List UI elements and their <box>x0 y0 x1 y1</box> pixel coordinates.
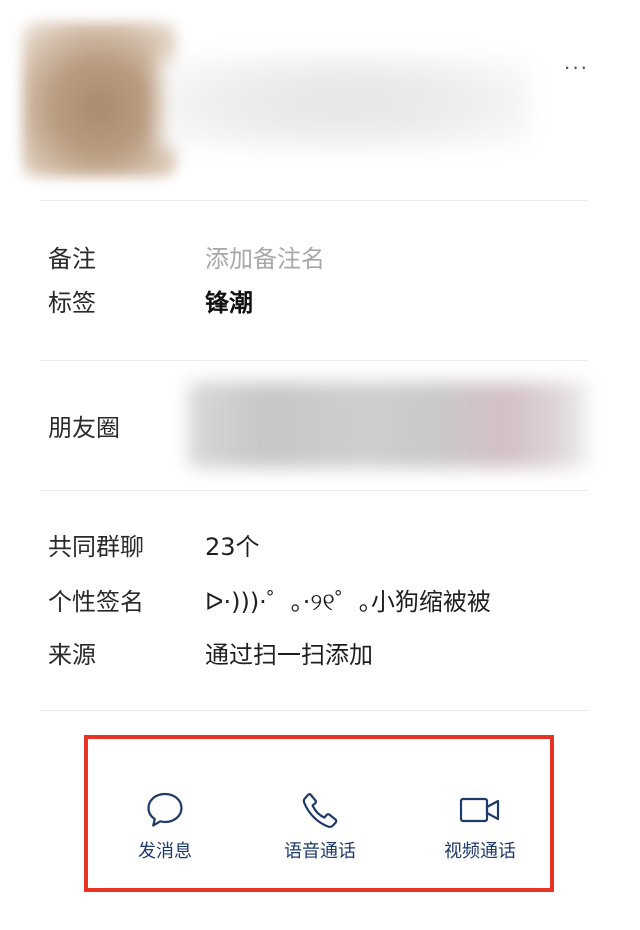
common-groups-value[interactable]: 23个 <box>205 530 260 564</box>
send-message-button[interactable]: 发消息 <box>95 790 235 875</box>
tag-value[interactable]: 锋潮 <box>205 286 253 320</box>
divider <box>40 490 588 491</box>
voice-call-button[interactable]: 语音通话 <box>250 790 390 875</box>
video-camera-icon <box>459 797 500 823</box>
profile-header: ··· <box>0 0 640 200</box>
common-groups-label: 共同群聊 <box>48 533 144 561</box>
divider <box>40 360 588 361</box>
phone-icon <box>302 793 338 828</box>
signature-label: 个性签名 <box>48 588 144 616</box>
source-label: 来源 <box>48 641 96 669</box>
moments-label: 朋友圈 <box>48 414 120 442</box>
tag-label: 标签 <box>48 289 96 317</box>
remark-label: 备注 <box>48 245 96 273</box>
more-options-button[interactable]: ··· <box>556 52 596 82</box>
contact-profile-page: ··· 备注 添加备注名 标签 锋潮 朋友圈 共同群聊 23个 个性签名 ᐅ·)… <box>0 0 640 930</box>
signature-value: ᐅ·)))·゜｡·୨୧゜｡小狗缩被被 <box>205 588 491 616</box>
voice-call-label: 语音通话 <box>284 841 356 862</box>
video-call-label: 视频通话 <box>444 841 516 862</box>
divider <box>40 710 588 711</box>
send-message-label: 发消息 <box>138 841 192 862</box>
divider <box>40 200 588 201</box>
moments-preview-blurred[interactable] <box>188 382 588 468</box>
remark-value[interactable]: 添加备注名 <box>205 242 325 276</box>
contact-name-blurred <box>160 55 530 150</box>
avatar[interactable] <box>22 22 177 177</box>
source-value: 通过扫一扫添加 <box>205 641 373 669</box>
chat-bubble-icon <box>147 792 183 827</box>
video-call-button[interactable]: 视频通话 <box>410 790 550 875</box>
